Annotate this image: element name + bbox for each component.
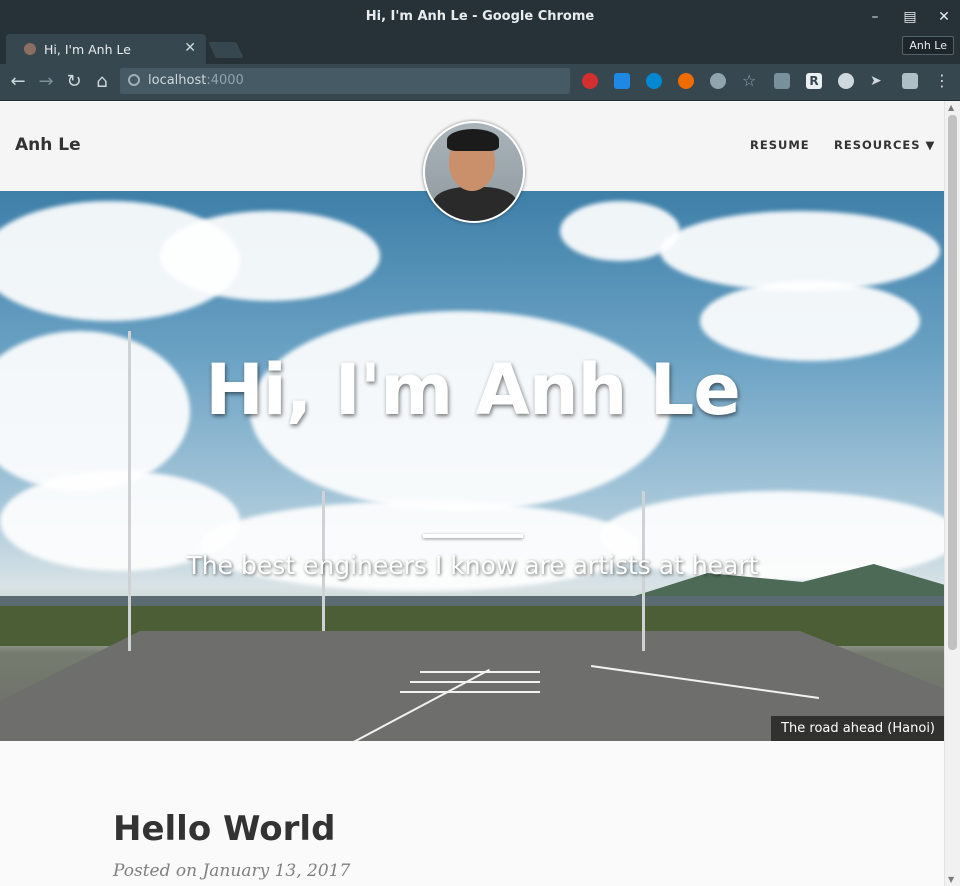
maximize-icon[interactable]: ▤ (901, 8, 919, 26)
scroll-up-icon[interactable]: ▲ (948, 103, 954, 112)
page-scrollbar[interactable]: ▲ ▼ (944, 101, 960, 886)
extension-circle-icon[interactable] (710, 73, 726, 89)
window-titlebar: Hi, I'm Anh Le - Google Chrome – ▤ ✕ (0, 0, 960, 34)
scroll-thumb[interactable] (948, 115, 957, 650)
road-marking (420, 671, 540, 673)
url-text[interactable]: localhost:4000 (148, 73, 244, 88)
address-bar[interactable]: localhost:4000 (120, 68, 570, 94)
road-marking (410, 681, 540, 683)
close-tab-icon[interactable]: ✕ (184, 40, 196, 56)
close-window-icon[interactable]: ✕ (935, 8, 953, 26)
pointer-extension-icon[interactable]: ➤ (870, 73, 886, 89)
extension-orange-icon[interactable] (678, 73, 694, 89)
r-extension-icon[interactable]: R (806, 73, 822, 89)
photo-caption: The road ahead (Hanoi) (771, 716, 945, 741)
favicon-icon (24, 43, 36, 55)
hero-title: Hi, I'm Anh Le (205, 349, 741, 431)
reload-icon[interactable]: ↻ (62, 70, 86, 94)
cloud (160, 211, 380, 301)
back-icon[interactable]: ← (6, 70, 30, 94)
avatar[interactable] (423, 121, 525, 223)
extension-blue-icon[interactable] (614, 73, 630, 89)
forward-icon[interactable]: → (34, 70, 58, 94)
star-icon[interactable]: ☆ (742, 73, 758, 89)
scroll-down-icon[interactable]: ▼ (948, 875, 954, 884)
post-title[interactable]: Hello World (113, 809, 335, 849)
minimize-icon[interactable]: – (866, 8, 884, 26)
hero-banner: Hi, I'm Anh Le The best engineers I know… (0, 191, 945, 741)
menu-icon[interactable]: ⋮ (934, 73, 950, 89)
page-viewport: Anh Le RESUME RESOURCES ▼ Hi, I'm Anh Le (0, 101, 960, 886)
tab-title: Hi, I'm Anh Le (44, 42, 131, 57)
browser-toolbar: ← → ↻ ⌂ localhost:4000 ☆ R ➤ ⋮ (0, 64, 960, 101)
home-icon[interactable]: ⌂ (90, 70, 114, 94)
hero-subtitle: The best engineers I know are artists at… (186, 551, 759, 580)
profile-button[interactable]: Anh Le (902, 36, 954, 55)
hero-divider (423, 534, 523, 538)
extension-pattern-icon[interactable] (902, 73, 918, 89)
lightbulb-extension-icon[interactable] (838, 73, 854, 89)
extension-gray-icon[interactable] (774, 73, 790, 89)
site-brand[interactable]: Anh Le (15, 135, 81, 155)
avatar-body (433, 187, 517, 221)
window-title: Hi, I'm Anh Le - Google Chrome (365, 9, 595, 24)
post-meta: Posted on January 13, 2017 (113, 861, 351, 881)
nav-resume-link[interactable]: RESUME (750, 138, 810, 152)
new-tab-button[interactable] (208, 42, 244, 58)
nav-resources-dropdown[interactable]: RESOURCES ▼ (834, 138, 935, 152)
avatar-hair (447, 129, 499, 151)
road-marking (400, 691, 540, 693)
page-info-icon[interactable] (128, 74, 140, 86)
ublock-icon[interactable] (582, 73, 598, 89)
cloud (660, 211, 940, 291)
refresh-extension-icon[interactable] (646, 73, 662, 89)
browser-tab[interactable]: Hi, I'm Anh Le ✕ (6, 34, 206, 64)
